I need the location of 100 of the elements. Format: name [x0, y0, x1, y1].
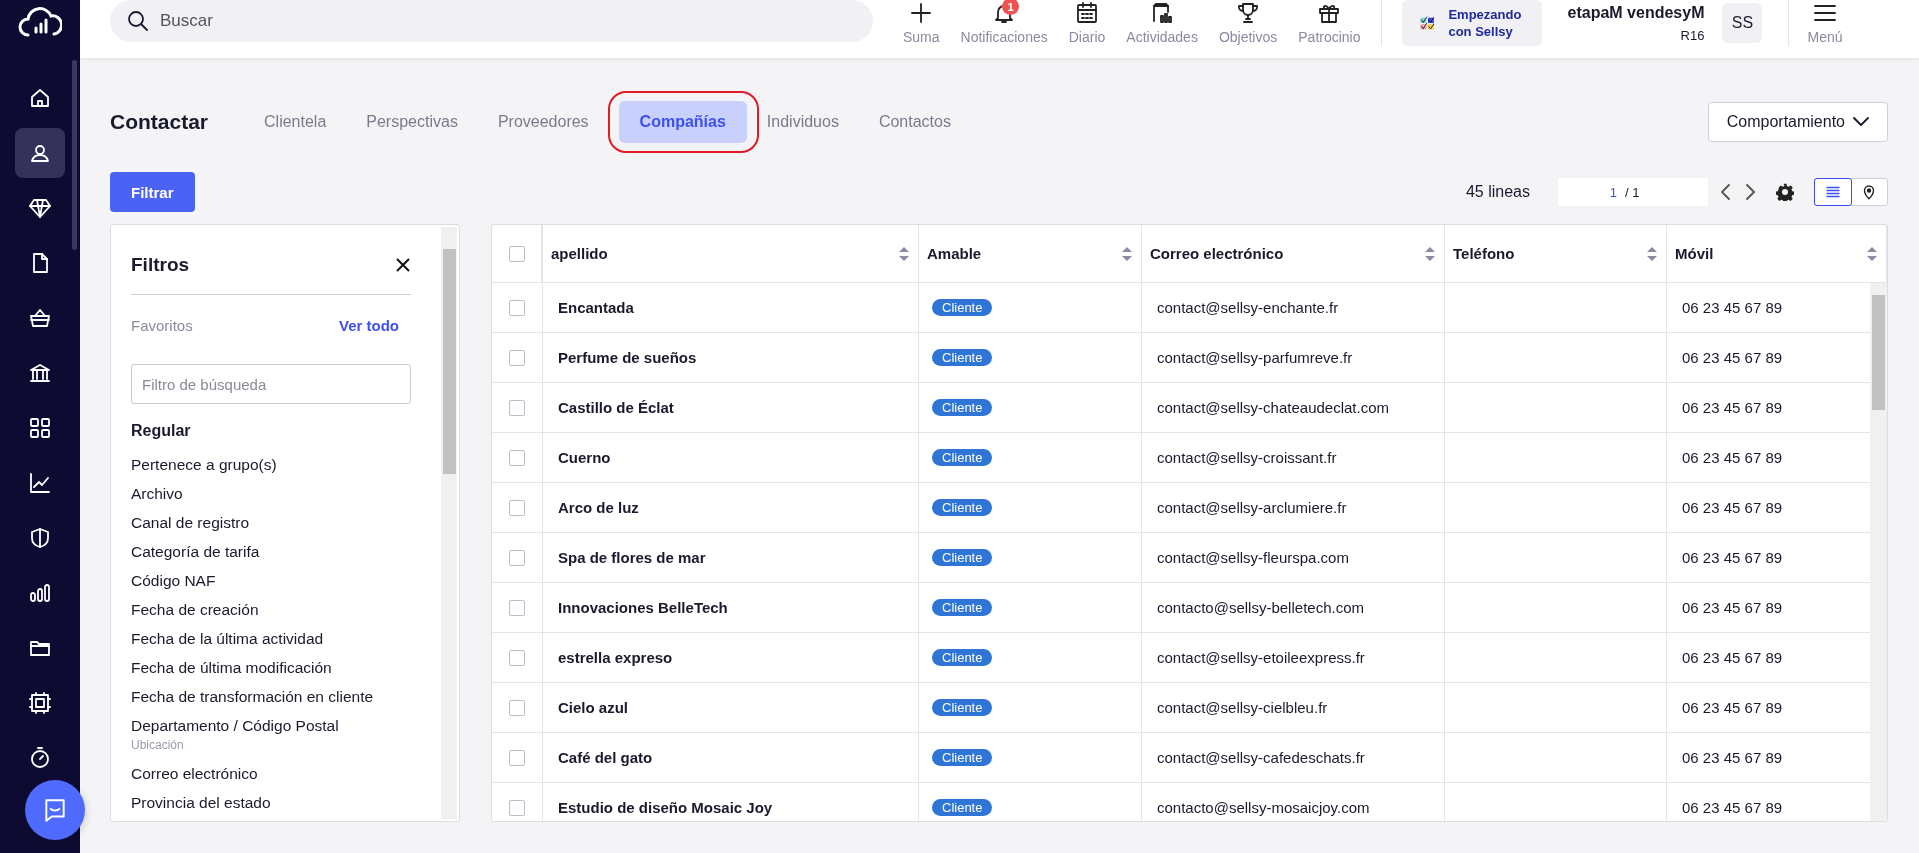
- behavior-dropdown[interactable]: Comportamiento: [1707, 102, 1888, 142]
- table-cell: Cielo azul: [543, 683, 919, 733]
- tab[interactable]: Perspectivas: [346, 101, 478, 143]
- checkbox[interactable]: [509, 699, 525, 716]
- gem-icon: [28, 196, 52, 220]
- checkbox[interactable]: [509, 799, 525, 816]
- tab[interactable]: Proveedores: [477, 101, 609, 143]
- checkbox[interactable]: [509, 299, 525, 316]
- trophy-icon: [1236, 1, 1261, 25]
- table-cell: Encantada: [543, 283, 919, 333]
- see-all-link[interactable]: Ver todo: [339, 317, 399, 334]
- page-total: / 1: [1625, 184, 1640, 200]
- filter-option[interactable]: Departamento / Código Postal Ubicación: [131, 717, 411, 754]
- toolbar-action[interactable]: Suma: [903, 1, 940, 45]
- filter-option[interactable]: Correo electrónico: [131, 765, 411, 783]
- checkbox[interactable]: [509, 399, 525, 416]
- sidebar-nav-item[interactable]: [15, 128, 65, 178]
- line-chart-icon: [28, 471, 52, 495]
- section-heading: Regular: [131, 422, 192, 440]
- checkbox[interactable]: [509, 749, 525, 766]
- view-toggle[interactable]: [1814, 178, 1852, 206]
- filter-option[interactable]: Categoría de tarifa: [131, 543, 411, 561]
- bank-icon: [28, 361, 52, 385]
- table-cell: contact@sellsy-fleurspa.com: [1142, 533, 1445, 583]
- page-input[interactable]: 1: [1558, 184, 1621, 200]
- filter-option[interactable]: Código NAF: [131, 572, 411, 590]
- toolbar-action[interactable]: Objetivos: [1218, 1, 1278, 45]
- sort-icon: [898, 245, 910, 262]
- user-code: R16: [1680, 27, 1705, 43]
- filter-option[interactable]: Canal de registro: [131, 514, 411, 532]
- filter-search-field[interactable]: Filtro de búsqueda: [131, 364, 411, 404]
- table-cell: Spa de flores de mar: [543, 533, 919, 583]
- home-icon: [28, 86, 52, 110]
- table-cell: Estudio de diseño Mosaic Joy: [543, 783, 919, 821]
- column-header[interactable]: Amable: [919, 225, 1142, 283]
- filter-option[interactable]: Fecha de la última actividad: [131, 630, 411, 648]
- checkbox[interactable]: [509, 349, 525, 366]
- checkbox[interactable]: [509, 449, 525, 466]
- filter-option[interactable]: Fecha de última modificación: [131, 659, 411, 677]
- settings-icon[interactable]: [1776, 183, 1794, 201]
- table-cell: Cuerno: [543, 433, 919, 483]
- table-cell: Perfume de sueños: [543, 333, 919, 383]
- table-cell: contact@sellsy-croissant.fr: [1142, 433, 1445, 483]
- menu-icon: [1813, 3, 1837, 23]
- table-cell: contact@sellsy-chateaudeclat.com: [1142, 383, 1445, 433]
- status-badge: Cliente: [932, 649, 993, 666]
- basket-icon: [28, 306, 52, 330]
- tab[interactable]: Compañías: [618, 101, 747, 143]
- column-header[interactable]: Teléfono: [1445, 225, 1667, 283]
- column-header[interactable]: Móvil: [1667, 225, 1887, 283]
- toolbar-action[interactable]: Patrocinio: [1298, 1, 1361, 45]
- tab[interactable]: Clientela: [244, 101, 347, 143]
- checkbox[interactable]: [509, 499, 525, 516]
- status-badge: Cliente: [932, 299, 993, 316]
- scrollbar[interactable]: [72, 60, 77, 250]
- calendar-icon: [1075, 1, 1099, 25]
- user-name: etapaM vendesyM: [1567, 3, 1705, 22]
- scrollbar[interactable]: [1870, 283, 1887, 821]
- column-header[interactable]: apellido: [543, 225, 919, 283]
- status-badge: Cliente: [932, 799, 993, 816]
- sort-icon: [1646, 245, 1658, 262]
- onboarding-card[interactable]: Empezando con Sellsy: [1401, 0, 1542, 46]
- checkbox[interactable]: [509, 649, 525, 666]
- filter-button[interactable]: Filtrar: [110, 172, 195, 212]
- close-icon[interactable]: [395, 257, 411, 273]
- stamp-icon: [28, 691, 52, 715]
- status-badge: Cliente: [932, 549, 993, 566]
- tab[interactable]: Individuos: [746, 101, 859, 143]
- table-cell: Castillo de Éclat: [543, 383, 919, 433]
- filter-option[interactable]: Archivo: [131, 485, 411, 503]
- toolbar-action[interactable]: 1 Notificaciones: [960, 1, 1048, 45]
- table-cell: contact@sellsy-parfumreve.fr: [1142, 333, 1445, 383]
- filter-option[interactable]: Fecha de creación: [131, 601, 411, 619]
- table-cell: contact@sellsy-cielbleu.fr: [1142, 683, 1445, 733]
- table-cell: contacto@sellsy-mosaicjoy.com: [1142, 783, 1445, 821]
- bar-chart-icon: [28, 581, 52, 605]
- table-cell: contact@sellsy-enchante.fr: [1142, 283, 1445, 333]
- chat-button[interactable]: [25, 780, 85, 840]
- filter-option[interactable]: Provincia del estado: [131, 794, 411, 812]
- filter-option[interactable]: Pertenece a grupo(s): [131, 456, 411, 474]
- table-cell: Café del gato: [543, 733, 919, 783]
- onboarding-label: Empezando con Sellsy: [1448, 6, 1523, 40]
- scrollbar[interactable]: [441, 227, 457, 819]
- row-count: 45 lineas: [1465, 183, 1530, 201]
- plus-icon: [909, 1, 934, 25]
- tab[interactable]: Contactos: [858, 101, 971, 143]
- search-field[interactable]: Buscar: [110, 0, 873, 42]
- column-header[interactable]: Correo electrónico: [1142, 225, 1445, 283]
- table-cell: contact@sellsy-etoileexpress.fr: [1142, 633, 1445, 683]
- user-avatar[interactable]: SS: [1722, 3, 1763, 43]
- checkbox[interactable]: [509, 599, 525, 616]
- chevron-down-icon: [1853, 117, 1869, 127]
- table-cell: Innovaciones BelleTech: [543, 583, 919, 633]
- filter-option[interactable]: Fecha de transformación en cliente: [131, 688, 411, 706]
- checkbox[interactable]: [509, 549, 525, 566]
- table-cell: contact@sellsy-arclumiere.fr: [1142, 483, 1445, 533]
- table-cell: contacto@sellsy-belletech.com: [1142, 583, 1445, 633]
- notification-badge: 1: [1002, 0, 1020, 15]
- status-badge: Cliente: [932, 499, 993, 516]
- checkbox[interactable]: [508, 245, 525, 262]
